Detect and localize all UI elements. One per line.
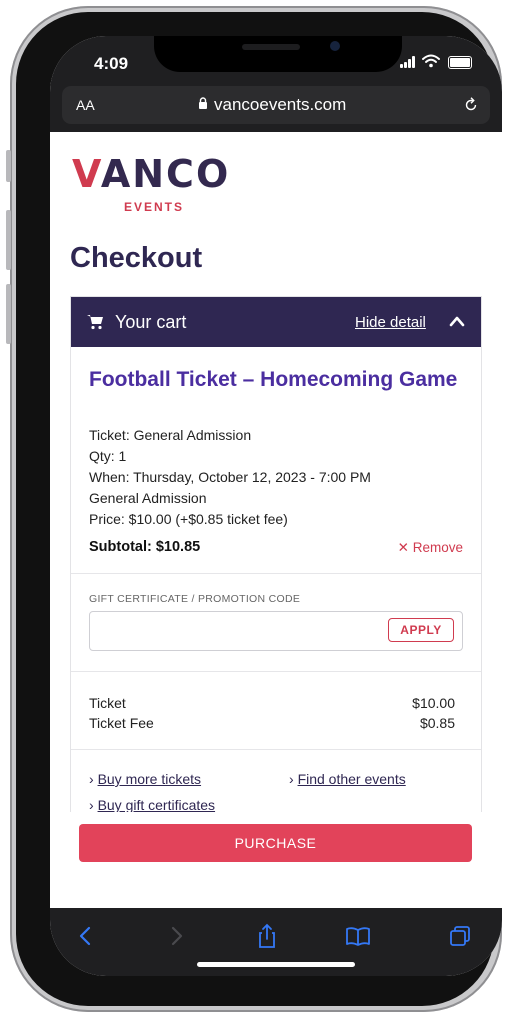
buy-more-tickets-link[interactable]: › Buy more tickets [89,771,201,787]
find-other-events-link[interactable]: › Find other events [289,771,406,787]
ticket-type: Ticket: General Admission [89,427,252,443]
hide-detail-link[interactable]: Hide detail [355,314,426,331]
ticket-price: Price: $10.00 (+$0.85 ticket fee) [89,511,288,527]
url-bar[interactable]: AA vancoevents.com [62,86,490,124]
promo-field: APPLY [89,611,463,651]
summary-row-ticket: Ticket $10.00 [89,695,455,715]
divider [71,671,481,672]
promo-code-input[interactable] [98,619,382,643]
summary-value: $10.00 [412,695,455,711]
volume-down-button [6,284,11,344]
buy-more-tickets-text[interactable]: Buy more tickets [98,771,201,787]
purchase-bar: PURCHASE [50,812,502,908]
summary-label: Ticket [89,695,126,711]
shopping-cart-icon [87,315,103,330]
battery-icon [448,56,472,69]
forward-arrow-icon[interactable] [162,922,190,950]
front-camera [330,41,340,51]
subtotal-row: Subtotal: $10.85 ✕ Remove [89,539,463,559]
browser-toolbar [50,908,502,976]
find-other-events-text[interactable]: Find other events [298,771,406,787]
silent-switch [6,150,11,182]
lock-icon [199,97,207,109]
phone-screen: 4:09 AA vancoevents.com VANCO EVENTS Che… [50,36,502,976]
purchase-button[interactable]: PURCHASE [79,824,472,862]
summary-value: $0.85 [419,715,455,731]
ticket-qty: Qty: 1 [89,448,127,464]
logo-letter-v: V [72,152,101,196]
event-when: When: Thursday, October 12, 2023 - 7:00 … [89,469,371,485]
subtotal: Subtotal: $10.85 [89,539,201,555]
chevron-up-icon[interactable] [448,313,466,329]
buy-gift-certificates-text[interactable]: Buy gift certificates [98,797,216,813]
cart-header: Your cart Hide detail [71,297,481,347]
summary-row-ticket-fee: Ticket Fee $0.85 [89,715,455,735]
logo-wordmark: VANCO [72,152,230,196]
cart-card: Your cart Hide detail Football Ticket – … [70,296,482,818]
remove-button[interactable]: ✕ Remove [398,540,463,556]
summary-label: Ticket Fee [89,715,154,731]
vanco-events-logo[interactable]: VANCO EVENTS [72,152,252,214]
url-domain[interactable]: vancoevents.com [214,95,346,115]
notch [154,36,402,72]
buy-gift-certificates-link[interactable]: › Buy gift certificates [89,797,215,813]
divider [71,573,481,574]
signal-icon [400,56,418,68]
status-time: 4:09 [94,54,129,73]
browser-top-bar: 4:09 AA vancoevents.com [50,36,502,132]
page-content: VANCO EVENTS Checkout Your cart Hide det… [50,132,502,818]
text-size-button[interactable]: AA [76,97,95,113]
admission-type: General Admission [89,490,207,506]
volume-up-button [6,210,11,270]
bookmarks-icon[interactable] [344,922,372,950]
promo-label: GIFT CERTIFICATE / PROMOTION CODE [89,593,301,605]
ticket-details: Ticket: General Admission Qty: 1 When: T… [89,425,469,530]
reload-icon[interactable] [462,96,480,114]
divider [71,749,481,750]
apply-button[interactable]: APPLY [388,618,454,642]
tabs-icon[interactable] [446,922,474,950]
wifi-icon [422,54,440,68]
back-arrow-icon[interactable] [72,922,100,950]
speaker [242,44,300,50]
page-title: Checkout [70,242,203,274]
event-title: Football Ticket – Homecoming Game [89,368,458,391]
logo-letters-rest: ANCO [100,152,231,196]
logo-subtitle: EVENTS [124,200,185,214]
cart-label: Your cart [115,312,187,332]
share-icon[interactable] [253,922,281,950]
home-indicator[interactable] [197,962,355,967]
